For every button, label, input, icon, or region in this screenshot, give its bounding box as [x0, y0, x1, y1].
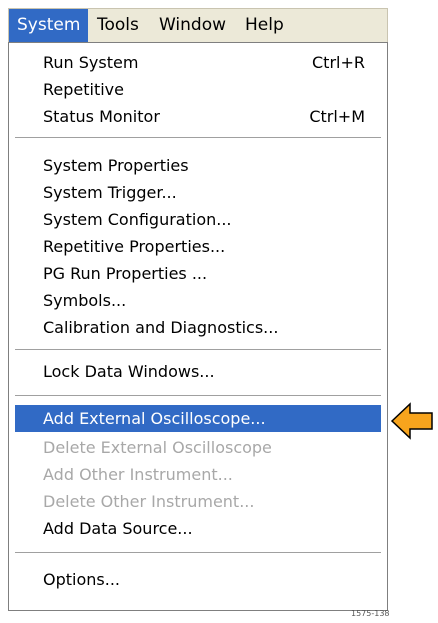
menu-item-label: Options...: [43, 570, 120, 589]
menu-item-system-properties[interactable]: System Properties: [15, 152, 381, 179]
menu-item-run-system[interactable]: Run System Ctrl+R: [15, 49, 381, 76]
menu-item-pg-run-properties[interactable]: PG Run Properties ...: [15, 260, 381, 287]
figure-number: 1575-138: [351, 609, 390, 618]
menu-item-label: Delete External Oscilloscope: [43, 438, 272, 457]
menu-item-label: Status Monitor: [43, 107, 160, 126]
menu-item-label: Add External Oscilloscope...: [43, 409, 266, 428]
menubar-window[interactable]: Window: [151, 9, 234, 42]
menu-item-label: Lock Data Windows...: [43, 362, 215, 381]
menu-item-lock-data-windows[interactable]: Lock Data Windows...: [15, 358, 381, 385]
menu-item-label: PG Run Properties ...: [43, 264, 208, 283]
menu-item-label: Repetitive: [43, 80, 124, 99]
menubar-tools[interactable]: Tools: [89, 9, 147, 42]
menu-bar: System Tools Window Help: [8, 8, 388, 43]
menu-item-label: Repetitive Properties...: [43, 237, 226, 256]
menu-item-label: Delete Other Instrument...: [43, 492, 255, 511]
menu-item-label: Add Data Source...: [43, 519, 193, 538]
menu-separator: [15, 552, 381, 554]
menu-item-system-configuration[interactable]: System Configuration...: [15, 206, 381, 233]
menu-item-add-other-instrument: Add Other Instrument...: [15, 461, 381, 488]
menubar-system[interactable]: System: [9, 9, 89, 42]
menu-item-system-trigger[interactable]: System Trigger...: [15, 179, 381, 206]
shortcut-text: Ctrl+M: [309, 107, 365, 126]
menu-item-calibration-diagnostics[interactable]: Calibration and Diagnostics...: [15, 314, 381, 341]
menu-item-label: Calibration and Diagnostics...: [43, 318, 279, 337]
menu-item-label: Run System: [43, 53, 139, 72]
menubar-help[interactable]: Help: [237, 9, 292, 42]
menu-item-label: System Configuration...: [43, 210, 232, 229]
menu-item-label: System Trigger...: [43, 183, 177, 202]
system-dropdown-menu: Run System Ctrl+R Repetitive Status Moni…: [8, 42, 388, 611]
menu-item-add-external-oscilloscope[interactable]: Add External Oscilloscope...: [15, 405, 381, 432]
shortcut-text: Ctrl+R: [312, 53, 365, 72]
menu-item-status-monitor[interactable]: Status Monitor Ctrl+M: [15, 103, 381, 130]
menu-item-delete-external-oscilloscope: Delete External Oscilloscope: [15, 434, 381, 461]
menu-item-label: System Properties: [43, 156, 189, 175]
menu-item-repetitive-properties[interactable]: Repetitive Properties...: [15, 233, 381, 260]
menu-item-delete-other-instrument: Delete Other Instrument...: [15, 488, 381, 515]
menu-separator: [15, 395, 381, 397]
menu-item-add-data-source[interactable]: Add Data Source...: [15, 515, 381, 542]
menu-separator: [15, 349, 381, 351]
left-arrow-icon: [390, 402, 433, 440]
menu-item-repetitive[interactable]: Repetitive: [15, 76, 381, 103]
menu-item-label: Add Other Instrument...: [43, 465, 233, 484]
menu-item-options[interactable]: Options...: [15, 566, 381, 593]
menu-separator: [15, 137, 381, 139]
menu-item-label: Symbols...: [43, 291, 127, 310]
menu-item-symbols[interactable]: Symbols...: [15, 287, 381, 314]
